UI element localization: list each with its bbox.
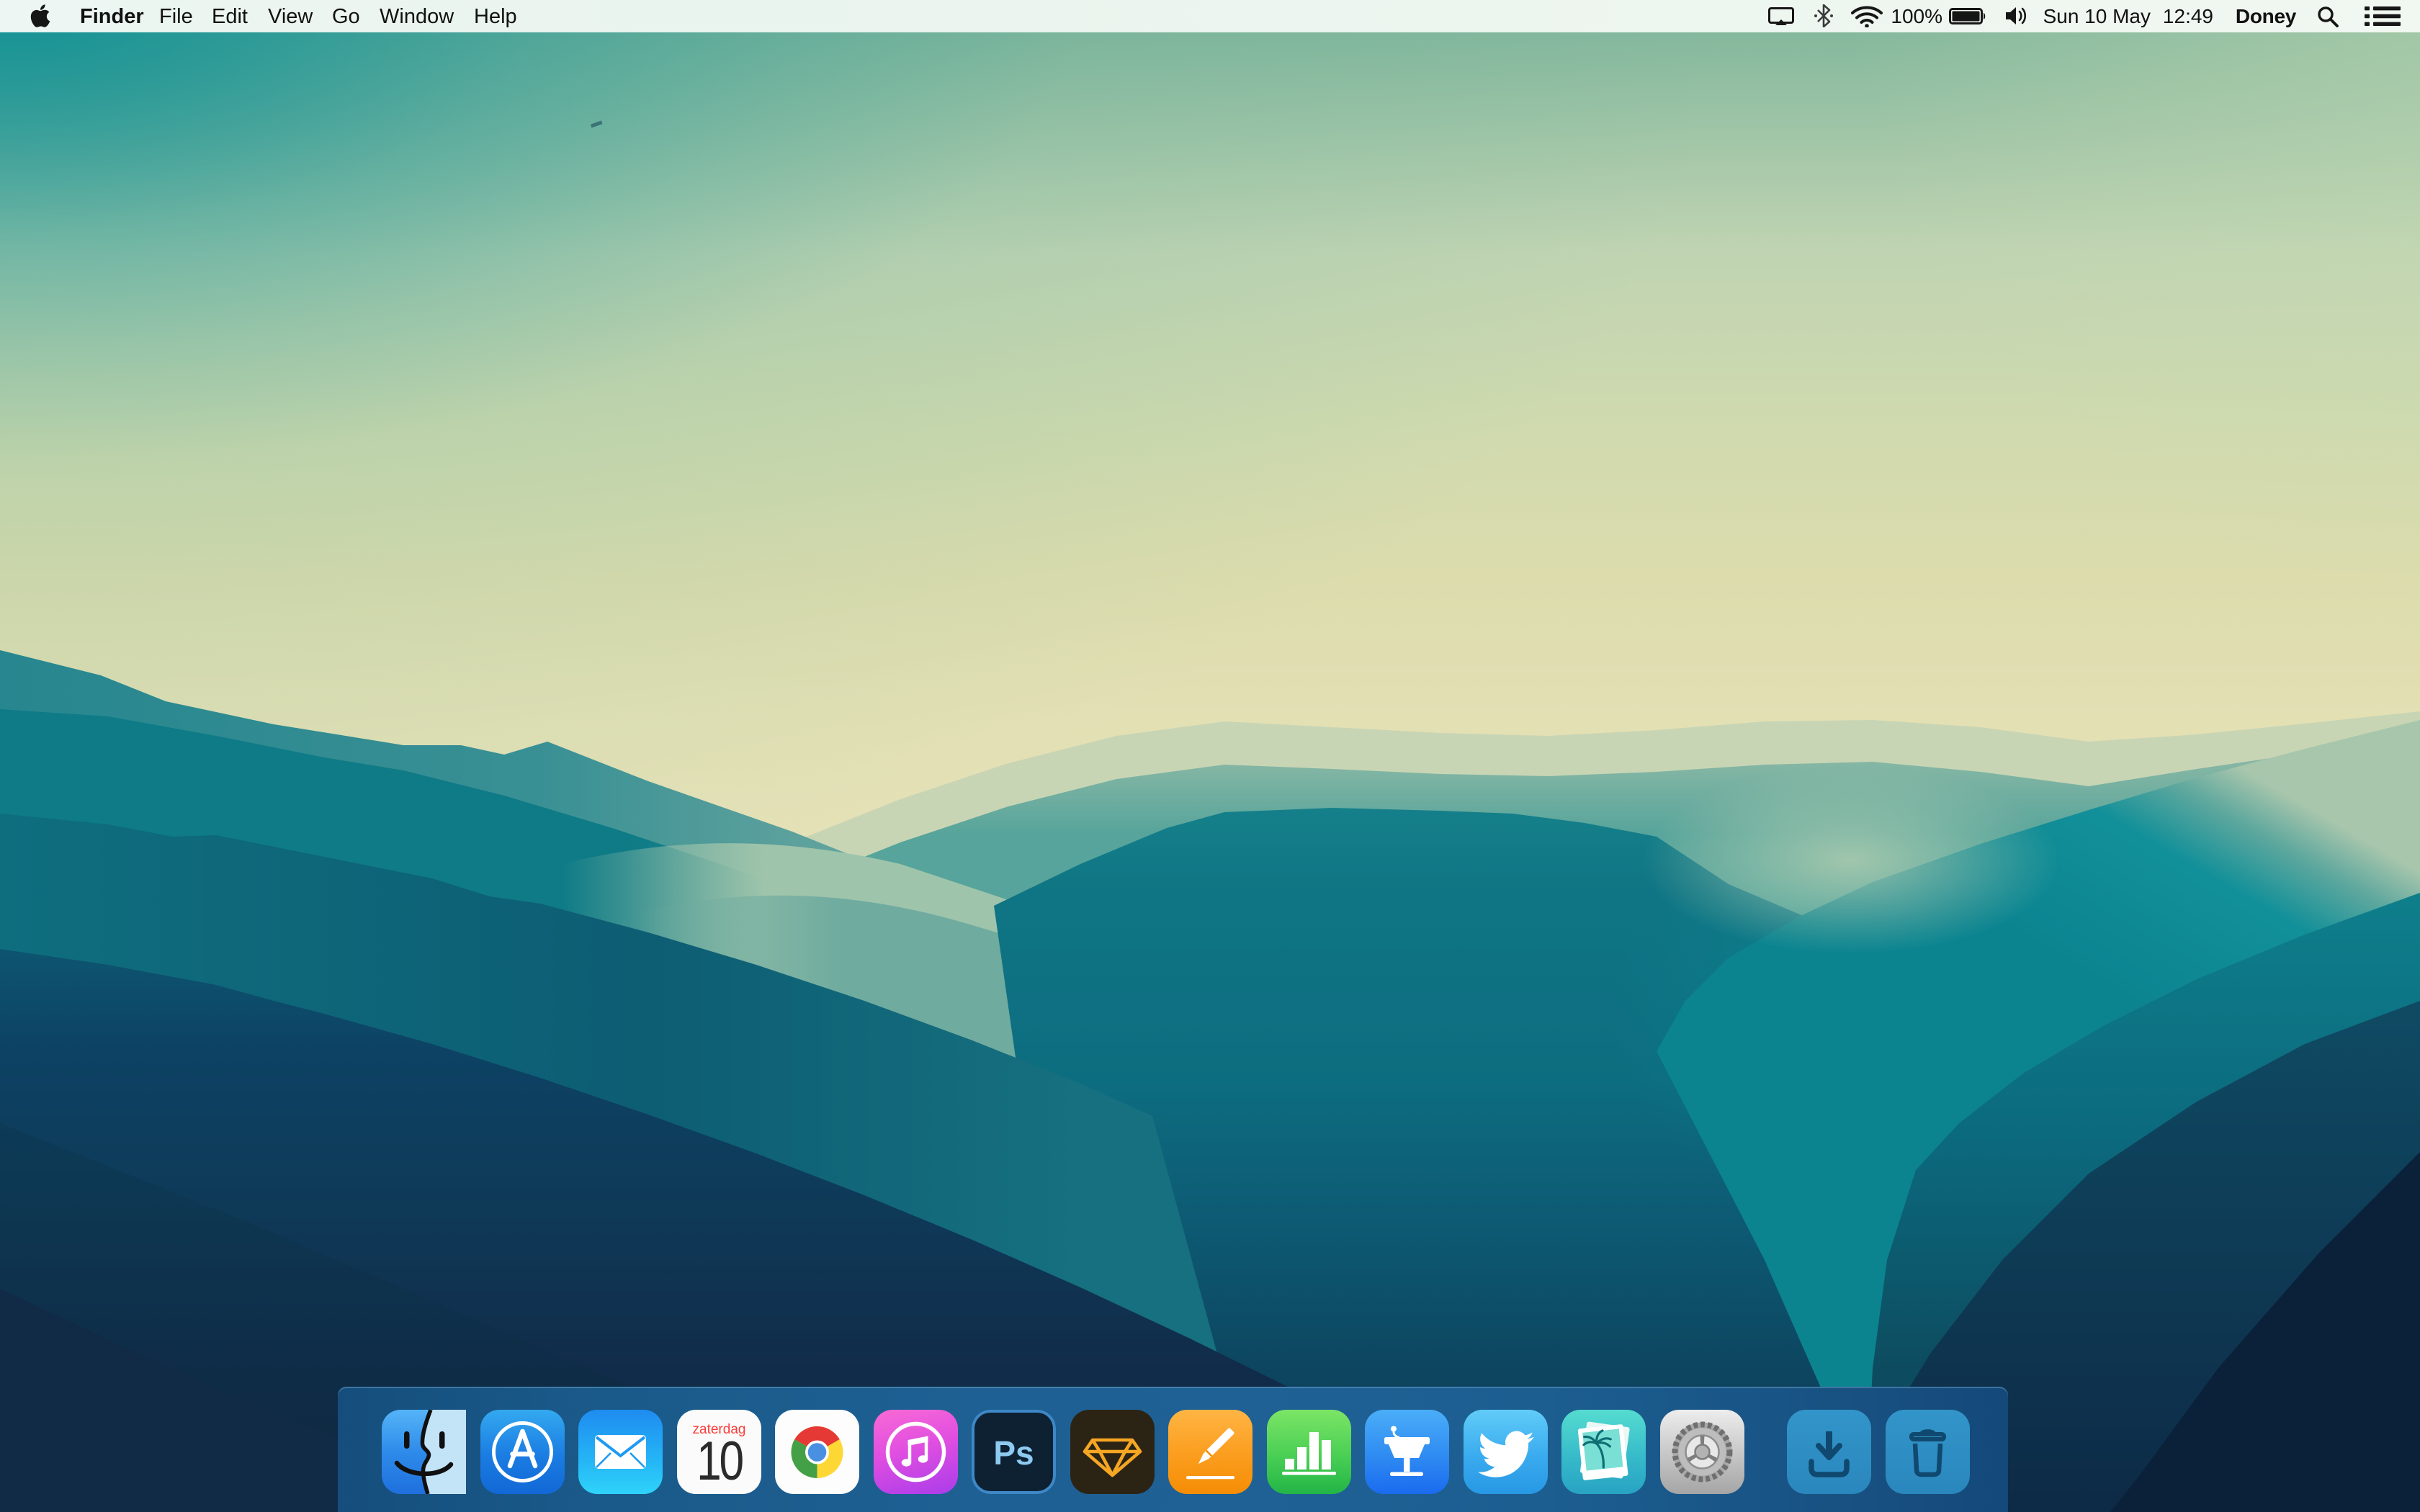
svg-text:10: 10 <box>696 1430 743 1491</box>
svg-text:Ps: Ps <box>993 1434 1034 1472</box>
